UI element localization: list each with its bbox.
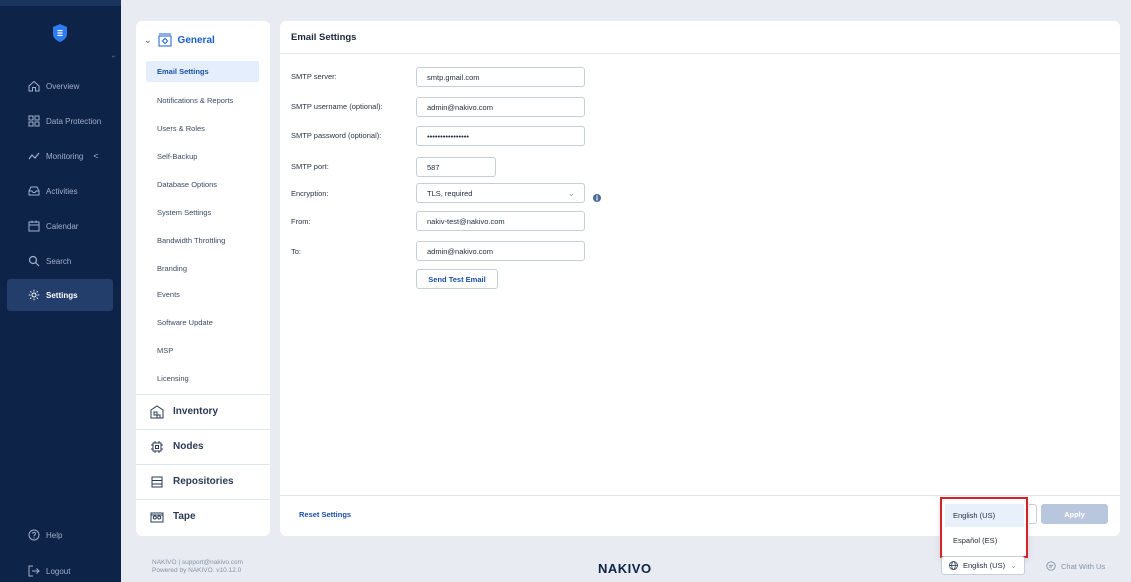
nav-item-label: Settings [46, 290, 78, 300]
gear-icon [28, 289, 40, 301]
nav-item-settings[interactable]: Settings [7, 279, 113, 311]
smtp-server-label: SMTP server: [291, 72, 337, 81]
group-label: Tape [173, 511, 196, 522]
subnav-group-repositories[interactable]: Repositories [136, 464, 270, 498]
general-section-header[interactable]: ⌄ General [144, 29, 215, 51]
nav-item-monitoring[interactable]: Monitoring < [7, 140, 113, 172]
help-icon [28, 529, 40, 541]
apply-button[interactable]: Apply [1041, 504, 1108, 524]
settings-subnav: ⌄ General Email Settings Notifications &… [136, 21, 270, 536]
chevron-down-icon: ⌄ [567, 188, 575, 198]
nakivo-brand-logo: NAKIVO [598, 561, 652, 576]
calendar-icon [28, 220, 40, 232]
smtp-password-input[interactable] [416, 126, 585, 146]
send-test-email-button[interactable]: Send Test Email [416, 269, 498, 289]
nav-item-activities[interactable]: Activities [7, 175, 113, 207]
chat-icon [1046, 561, 1056, 571]
nav-item-data-protection[interactable]: Data Protection [7, 105, 113, 137]
subnav-licensing[interactable]: Licensing [146, 368, 259, 389]
globe-icon [949, 561, 958, 570]
subnav-email-settings[interactable]: Email Settings [146, 61, 259, 82]
subnav-database-options[interactable]: Database Options [146, 174, 259, 195]
subnav-branding[interactable]: Branding [146, 258, 259, 279]
subnav-group-tape[interactable]: Tape [136, 499, 270, 533]
from-label: From: [291, 217, 311, 226]
subnav-notifications-reports[interactable]: Notifications & Reports [146, 90, 259, 111]
reset-settings-button[interactable]: Reset Settings [299, 510, 351, 519]
nav-item-label: Monitoring [46, 151, 84, 161]
header-divider [280, 53, 1120, 54]
grid-icon [28, 115, 40, 127]
group-label: Repositories [173, 476, 234, 487]
nav-item-label: Search [46, 256, 72, 266]
group-label: Nodes [173, 441, 204, 452]
logout-label: Logout [46, 566, 71, 576]
main-navigation: ⌐ Overview Data Protection Monitoring < … [0, 0, 121, 582]
language-menu: English (US) Español (ES) [940, 497, 1028, 558]
language-option-spanish[interactable]: Español (ES) [945, 529, 1024, 552]
from-input[interactable] [416, 211, 585, 231]
general-settings-icon [158, 33, 172, 47]
search-icon [28, 255, 40, 267]
subnav-self-backup[interactable]: Self-Backup [146, 146, 259, 167]
subnav-bandwidth-throttling[interactable]: Bandwidth Throttling [146, 230, 259, 251]
subnav-group-nodes[interactable]: Nodes [136, 429, 270, 463]
chart-line-icon [28, 152, 40, 160]
nodes-icon [151, 440, 163, 453]
encryption-select[interactable]: TLS, required ⌄ [416, 183, 585, 203]
subnav-users-roles[interactable]: Users & Roles [146, 118, 259, 139]
discard-button-edge[interactable] [1029, 504, 1037, 524]
nav-item-label: Calendar [46, 221, 79, 231]
nav-item-help[interactable]: Help [7, 519, 113, 551]
subnav-events[interactable]: Events [146, 284, 259, 305]
inbox-icon [28, 186, 40, 196]
smtp-port-input[interactable] [416, 157, 496, 177]
subnav-system-settings[interactable]: System Settings [146, 202, 259, 223]
nav-item-label: Data Protection [46, 116, 102, 126]
footer-divider [280, 495, 1120, 496]
nav-item-label: Activities [46, 186, 78, 196]
nav-item-search[interactable]: Search [7, 245, 113, 277]
encryption-label: Encryption: [291, 189, 329, 198]
to-input[interactable] [416, 241, 585, 261]
chat-with-us-button[interactable]: Chat With Us [1046, 561, 1105, 571]
subnav-msp[interactable]: MSP [146, 340, 259, 361]
general-section-label: General [177, 34, 215, 46]
home-icon [28, 80, 40, 92]
info-icon[interactable] [593, 194, 601, 202]
smtp-username-input[interactable] [416, 97, 585, 117]
copyright-text: NAKIVO | support@nakivo.com Powered by N… [152, 559, 243, 575]
nav-item-logout[interactable]: Logout [7, 555, 113, 582]
logout-icon [28, 565, 40, 577]
page-title: Email Settings [291, 32, 357, 43]
repository-icon [151, 476, 163, 487]
chevron-down-icon: ⌄ [1010, 561, 1017, 570]
inventory-icon [150, 404, 164, 418]
smtp-password-label: SMTP password (optional): [291, 131, 382, 140]
copyright-line-2: Powered by NAKIVO. v10.12.0 [152, 567, 242, 574]
chevron-left-icon: < [93, 151, 99, 161]
chat-label: Chat With Us [1061, 561, 1106, 571]
language-select-button[interactable]: English (US) ⌄ [941, 556, 1025, 575]
collapse-nav-icon[interactable]: ⌐ [112, 54, 116, 60]
email-settings-panel: Email Settings SMTP server: SMTP usernam… [280, 21, 1120, 536]
smtp-username-label: SMTP username (optional): [291, 102, 383, 111]
nav-item-label: Overview [46, 81, 80, 91]
subnav-group-inventory[interactable]: Inventory [136, 394, 270, 428]
language-select-value: English (US) [963, 561, 1006, 570]
tape-icon [150, 512, 164, 522]
copyright-line-1: NAKIVO | support@nakivo.com [152, 559, 244, 566]
smtp-server-input[interactable] [416, 67, 585, 87]
help-label: Help [46, 530, 63, 540]
chevron-down-icon: ⌄ [144, 34, 152, 45]
to-label: To: [291, 247, 302, 256]
nav-item-calendar[interactable]: Calendar [7, 210, 113, 242]
subnav-software-update[interactable]: Software Update [146, 312, 259, 333]
encryption-value: TLS, required [427, 188, 473, 198]
nav-item-overview[interactable]: Overview [7, 70, 113, 102]
smtp-port-label: SMTP port: [291, 162, 329, 171]
language-option-english[interactable]: English (US) [945, 504, 1024, 527]
nakivo-shield-logo[interactable] [53, 24, 67, 42]
group-label: Inventory [173, 406, 219, 417]
